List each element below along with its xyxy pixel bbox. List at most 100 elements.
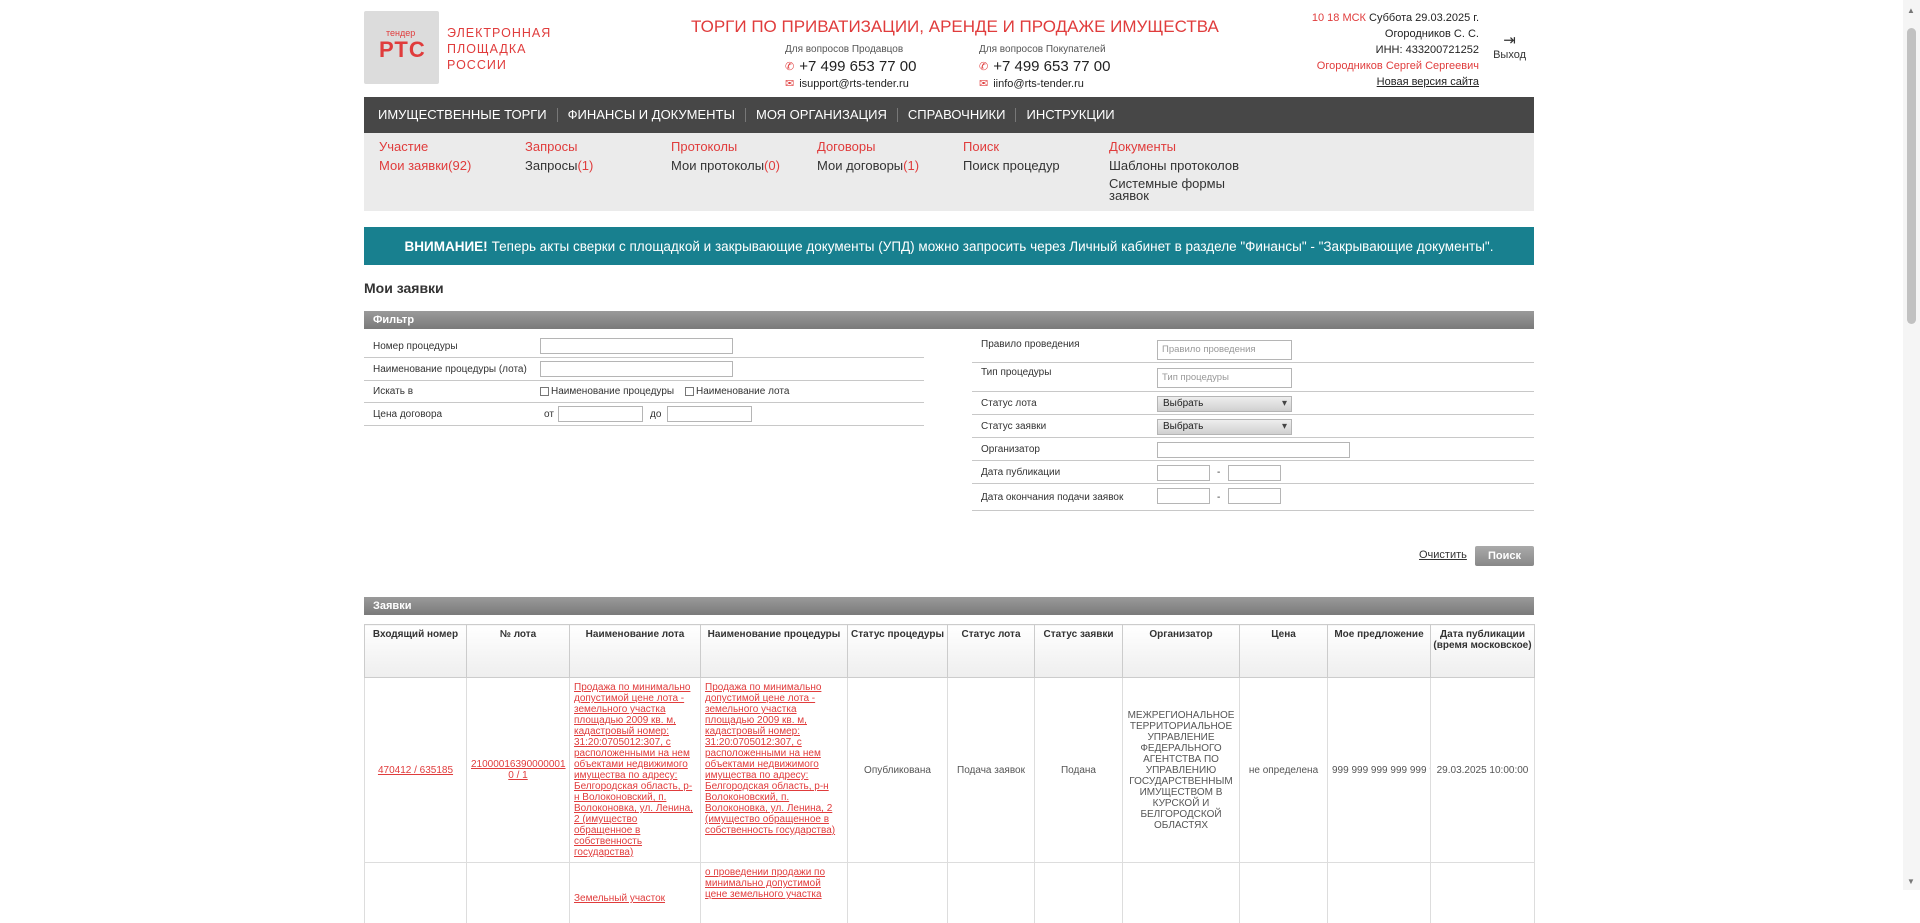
my-contracts-link[interactable]: Мои договоры(1): [817, 156, 947, 175]
column-header[interactable]: Входящий номер: [364, 624, 467, 678]
app-status-select[interactable]: Выбрать: [1157, 419, 1292, 435]
column-header[interactable]: Наименование процедуры: [700, 624, 848, 678]
buyers-email[interactable]: iinfo@rts-tender.ru: [993, 78, 1084, 90]
lot-name-link[interactable]: Земельный участок: [569, 862, 701, 923]
subnav-protocols: Протоколы Мои протоколы(0): [671, 137, 801, 175]
filter-label: Тип процедуры: [981, 367, 1052, 378]
procedure-search-link[interactable]: Поиск процедур: [963, 156, 1093, 175]
procedure-name-link[interactable]: Продажа по минимально допустимой цене ло…: [700, 677, 848, 863]
checkbox-box[interactable]: [540, 387, 549, 396]
my-offer: 999 999 999 999 999 9: [1327, 677, 1431, 863]
link-text: Мои протоколы: [671, 158, 765, 173]
nav-my-organization[interactable]: МОЯ ОРГАНИЗАЦИЯ: [746, 108, 898, 122]
table-cell: [947, 862, 1035, 923]
end-date-to-input[interactable]: [1228, 488, 1281, 504]
price-from-input[interactable]: [558, 406, 643, 422]
proc-number-input[interactable]: [540, 338, 733, 354]
column-header[interactable]: Дата публикации (время московское): [1430, 624, 1535, 678]
exit-button[interactable]: ⇥ Выход: [1493, 33, 1526, 62]
count-badge: (0): [764, 158, 780, 173]
page-scrollbar[interactable]: ▲ ▼: [1903, 0, 1920, 890]
pub-date-to-input[interactable]: [1228, 465, 1281, 481]
subnav-title[interactable]: Договоры: [817, 137, 947, 156]
subnav-search: Поиск Поиск процедур: [963, 137, 1093, 175]
price-from-label: от: [544, 408, 554, 420]
pub-date-from-input[interactable]: [1157, 465, 1210, 481]
column-header[interactable]: Статус заявки: [1034, 624, 1123, 678]
filter-label: Правило проведения: [981, 339, 1080, 350]
my-protocols-link[interactable]: Мои протоколы(0): [671, 156, 801, 175]
table-cell: [364, 862, 467, 923]
procedure-status: Опубликована: [847, 677, 948, 863]
table-cell: [847, 862, 948, 923]
column-header[interactable]: Статус лота: [947, 624, 1035, 678]
sellers-email[interactable]: isupport@rts-tender.ru: [799, 78, 909, 90]
column-header[interactable]: Организатор: [1122, 624, 1240, 678]
protocol-templates-link[interactable]: Шаблоны протоколов: [1109, 156, 1259, 175]
mail-icon: ✉: [979, 78, 989, 90]
buyers-phone[interactable]: +7 499 653 77 00: [993, 58, 1110, 75]
column-header[interactable]: № лота: [466, 624, 570, 678]
column-header[interactable]: Наименование лота: [569, 624, 701, 678]
requests-link[interactable]: Запросы(1): [525, 156, 655, 175]
user-block: 10 18 МСК Суббота 29.03.2025 г. Огородни…: [1312, 10, 1479, 90]
applications-table: Входящий номер № лота Наименование лота …: [364, 624, 1535, 923]
price-to-label: до: [650, 408, 662, 420]
nav-property-auctions[interactable]: ИМУЩЕСТВЕННЫЕ ТОРГИ: [368, 108, 558, 122]
system-forms-link[interactable]: Системные формы заявок: [1109, 177, 1259, 202]
buyers-label: Для вопросов Покупателей: [979, 44, 1106, 55]
column-header[interactable]: Статус процедуры: [847, 624, 948, 678]
logo[interactable]: тендер РТС: [364, 11, 439, 84]
subnav-title[interactable]: Документы: [1109, 137, 1259, 156]
nav-reference[interactable]: СПРАВОЧНИКИ: [898, 108, 1017, 122]
my-applications-link[interactable]: Мои заявки(92): [379, 156, 509, 175]
user-full-name[interactable]: Огородников Сергей Сергеевич: [1312, 58, 1479, 74]
type-input[interactable]: Тип процедуры: [1157, 368, 1292, 388]
scroll-down-icon[interactable]: ▼: [1907, 877, 1915, 886]
sellers-label: Для вопросов Продавцов: [785, 44, 904, 55]
user-short-name: Огородников С. С.: [1384, 28, 1479, 40]
scrollbar-thumb[interactable]: [1907, 28, 1916, 324]
lot-status: Подача заявок: [947, 677, 1035, 863]
table-row: 470412 / 635185 21000016390000001 0 / 1 …: [364, 677, 1535, 863]
filter-row: Правило проведения Правило проведения: [972, 335, 1534, 363]
proc-name-input[interactable]: [540, 361, 733, 377]
filter-header: Фильтр: [364, 311, 1534, 329]
subnav-title[interactable]: Поиск: [963, 137, 1093, 156]
subnav-requests: Запросы Запросы(1): [525, 137, 655, 175]
filter-row: Организатор: [972, 438, 1534, 461]
table-cell: [1034, 862, 1123, 923]
price-to-input[interactable]: [667, 406, 752, 422]
scroll-up-icon[interactable]: ▲: [1907, 6, 1915, 15]
incoming-number-link[interactable]: 470412 / 635185: [364, 677, 467, 863]
organizer: МЕЖРЕГИОНАЛЬНОЕ ТЕРРИТОРИАЛЬНОЕ УПРАВЛЕН…: [1122, 677, 1240, 863]
site-title: ТОРГИ ПО ПРИВАТИЗАЦИИ, АРЕНДЕ И ПРОДАЖЕ …: [691, 17, 1219, 36]
new-version-link[interactable]: Новая версия сайта: [1312, 74, 1479, 90]
lot-status-select[interactable]: Выбрать: [1157, 396, 1292, 412]
checkbox-box[interactable]: [685, 387, 694, 396]
filter-row: Номер процедуры: [364, 335, 924, 358]
clear-filter-link[interactable]: Очистить: [1419, 549, 1467, 561]
organizer-input[interactable]: [1157, 442, 1350, 458]
procedure-name-link[interactable]: о проведении продажи по минимально допус…: [700, 862, 848, 923]
sellers-phone[interactable]: +7 499 653 77 00: [799, 58, 916, 75]
nav-instructions[interactable]: ИНСТРУКЦИИ: [1016, 108, 1124, 122]
subnav-title[interactable]: Запросы: [525, 137, 655, 156]
column-header[interactable]: Мое предложение: [1327, 624, 1431, 678]
column-header[interactable]: Цена: [1239, 624, 1328, 678]
lot-number-link[interactable]: 21000016390000001 0 / 1: [466, 677, 570, 863]
subnav-title[interactable]: Протоколы: [671, 137, 801, 156]
search-button[interactable]: Поиск: [1475, 546, 1534, 566]
lot-name-link[interactable]: Продажа по минимально допустимой цене ло…: [569, 677, 701, 863]
subnav-title[interactable]: Участие: [379, 137, 509, 156]
nav-finance-docs[interactable]: ФИНАНСЫ И ДОКУМЕНТЫ: [558, 108, 746, 122]
logo-text-line: ЭЛЕКТРОННАЯ: [447, 26, 552, 40]
rule-input[interactable]: Правило проведения: [1157, 340, 1292, 360]
logo-text: ЭЛЕКТРОННАЯ ПЛОЩАДКА РОССИИ: [447, 25, 551, 73]
search-in-lot-checkbox[interactable]: Наименование лота: [685, 386, 789, 397]
main-nav: ИМУЩЕСТВЕННЫЕ ТОРГИ ФИНАНСЫ И ДОКУМЕНТЫ …: [364, 97, 1534, 133]
search-in-proc-checkbox[interactable]: Наименование процедуры: [540, 386, 674, 397]
end-date-from-input[interactable]: [1157, 488, 1210, 504]
publication-date: 29.03.2025 10:00:00: [1430, 677, 1535, 863]
table-cell: [466, 862, 570, 923]
